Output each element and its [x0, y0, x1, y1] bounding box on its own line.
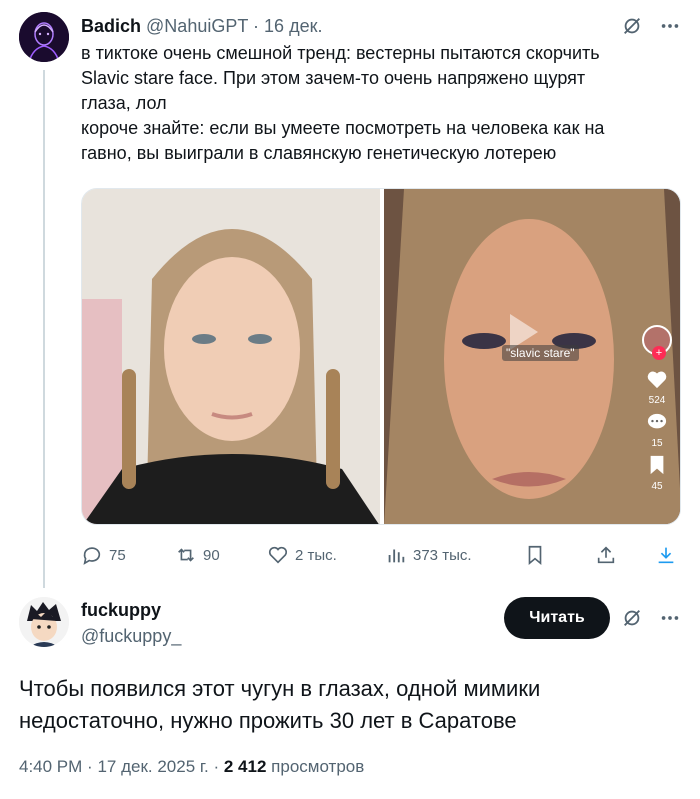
reply-count: 75 [109, 546, 126, 564]
tweet-text-line: глаза, лол [81, 93, 167, 113]
grok-icon[interactable] [620, 606, 644, 630]
views-label: просмотров [271, 757, 365, 776]
repost-count: 90 [203, 546, 220, 564]
share-button[interactable] [595, 543, 617, 567]
views-icon [388, 549, 405, 563]
tweet-text: Чтобы появился этот чугун в глазах, одно… [19, 673, 679, 737]
author-name[interactable]: fuckuppy [81, 599, 161, 621]
save-icon [650, 455, 664, 475]
views-count: 373 тыс. [413, 546, 472, 564]
tiktok-comments: 15 [651, 438, 663, 449]
author-name[interactable]: Badich [81, 16, 141, 36]
tiktok-saves: 45 [651, 481, 663, 492]
grok-icon[interactable] [620, 14, 644, 38]
tweet-text-line: в тиктоке очень смешной тренд: вестерны … [81, 43, 600, 63]
like-icon [268, 546, 288, 564]
tiktok-sidebar: + 524 15 45 [640, 325, 674, 492]
tweet-time[interactable]: 4:40 PM [19, 757, 82, 776]
follow-button[interactable]: Читать [504, 597, 610, 639]
tweet-header: Badich @NahuiGPT · 16 дек. [81, 15, 322, 37]
bookmark-button[interactable] [524, 543, 546, 567]
video-right[interactable]: "slavic stare" + 524 15 45 [384, 189, 680, 524]
views-button[interactable]: 373 тыс. [385, 543, 472, 567]
thread-line [43, 70, 45, 588]
photo-left[interactable] [82, 189, 380, 524]
more-icon[interactable] [658, 14, 682, 38]
tweet-text-line: короче знайте: если вы умеете посмотреть… [81, 118, 605, 138]
download-icon [658, 547, 674, 564]
bookmark-icon [528, 545, 542, 566]
avatar-illustration [19, 12, 69, 62]
tweet-text-line: гавно, вы выиграли в славянскую генетиче… [81, 143, 557, 163]
repost-icon [178, 548, 194, 562]
tweet-tools [620, 606, 682, 630]
heart-icon [647, 371, 667, 389]
tweet-date[interactable]: 16 дек. [264, 16, 322, 36]
separator: · [213, 757, 220, 776]
reply-icon [83, 547, 101, 565]
portrait-photo [82, 189, 380, 524]
avatar-illustration [19, 597, 69, 647]
more-icon[interactable] [658, 606, 682, 630]
tweet-date[interactable]: 17 дек. 2025 г. [97, 757, 208, 776]
tweet-text: в тиктоке очень смешной тренд: вестерны … [81, 41, 681, 166]
like-button[interactable]: 2 тыс. [267, 543, 337, 567]
separator: · [253, 16, 260, 36]
like-count: 2 тыс. [295, 546, 337, 564]
reply-button[interactable]: 75 [81, 543, 126, 567]
tiktok-likes: 524 [648, 395, 666, 406]
tweet-tools [620, 14, 682, 38]
tweet-actions: 75 90 2 тыс. 373 тыс. [81, 543, 681, 567]
download-button[interactable] [655, 543, 677, 567]
video-caption: "slavic stare" [502, 345, 579, 361]
views-count: 2 412 [223, 757, 267, 776]
repost-button[interactable]: 90 [175, 543, 220, 567]
share-icon [597, 546, 615, 564]
author-handle[interactable]: @fuckuppy_ [81, 625, 181, 647]
avatar[interactable] [19, 597, 69, 647]
tweet-text-line: Slavic stare face. При этом зачем-то оче… [81, 68, 586, 88]
author-handle[interactable]: @NahuiGPT [146, 16, 248, 36]
media-grid[interactable]: "slavic stare" + 524 15 45 [81, 188, 681, 525]
tiktok-avatar: + [642, 325, 672, 360]
plus-icon: + [652, 346, 666, 360]
tweet-text-line: Чтобы появился этот чугун в глазах, одно… [19, 676, 541, 701]
tweet-meta: 4:40 PM · 17 дек. 2025 г. · 2 412 просмо… [19, 757, 364, 777]
tweet-text-line: недостаточно, нужно прожить 30 лет в Сар… [19, 708, 517, 733]
avatar[interactable] [19, 12, 69, 62]
comment-icon [647, 413, 667, 429]
separator: · [87, 757, 93, 776]
